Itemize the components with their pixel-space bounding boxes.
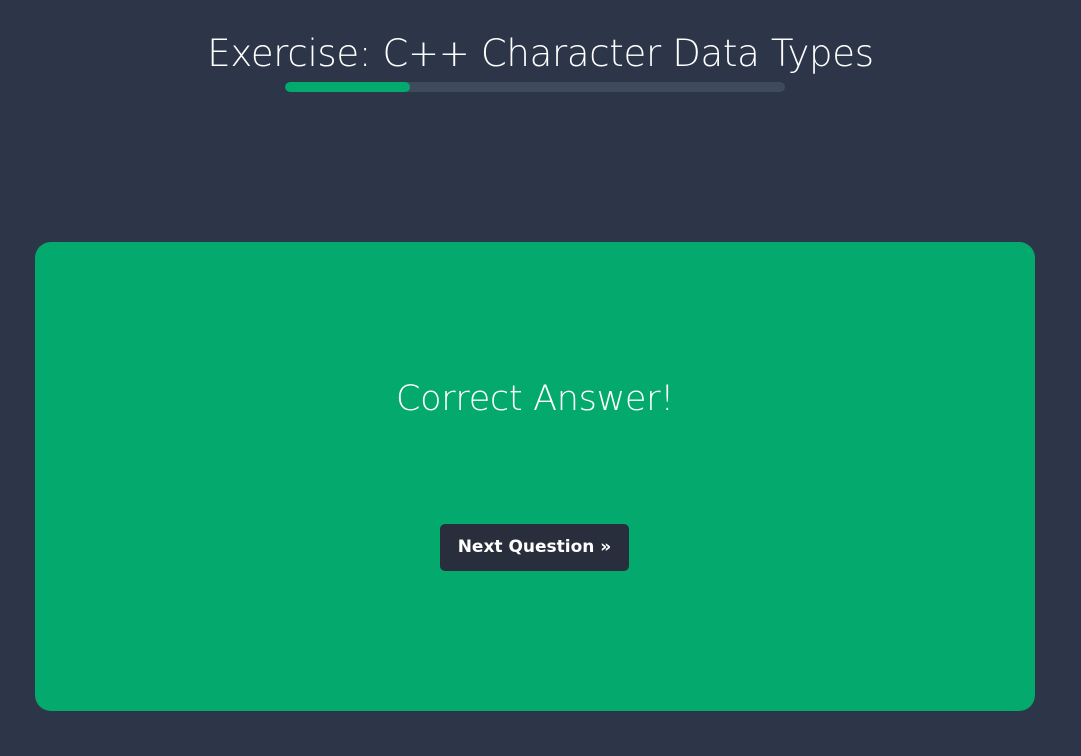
progress-bar — [285, 82, 785, 92]
result-message: Correct Answer! — [396, 379, 674, 419]
progress-bar-fill — [285, 82, 410, 92]
page-title: Exercise: C++ Character Data Types — [207, 32, 874, 75]
next-question-button[interactable]: Next Question » — [440, 524, 629, 571]
result-panel: Correct Answer! Next Question » — [35, 242, 1035, 711]
